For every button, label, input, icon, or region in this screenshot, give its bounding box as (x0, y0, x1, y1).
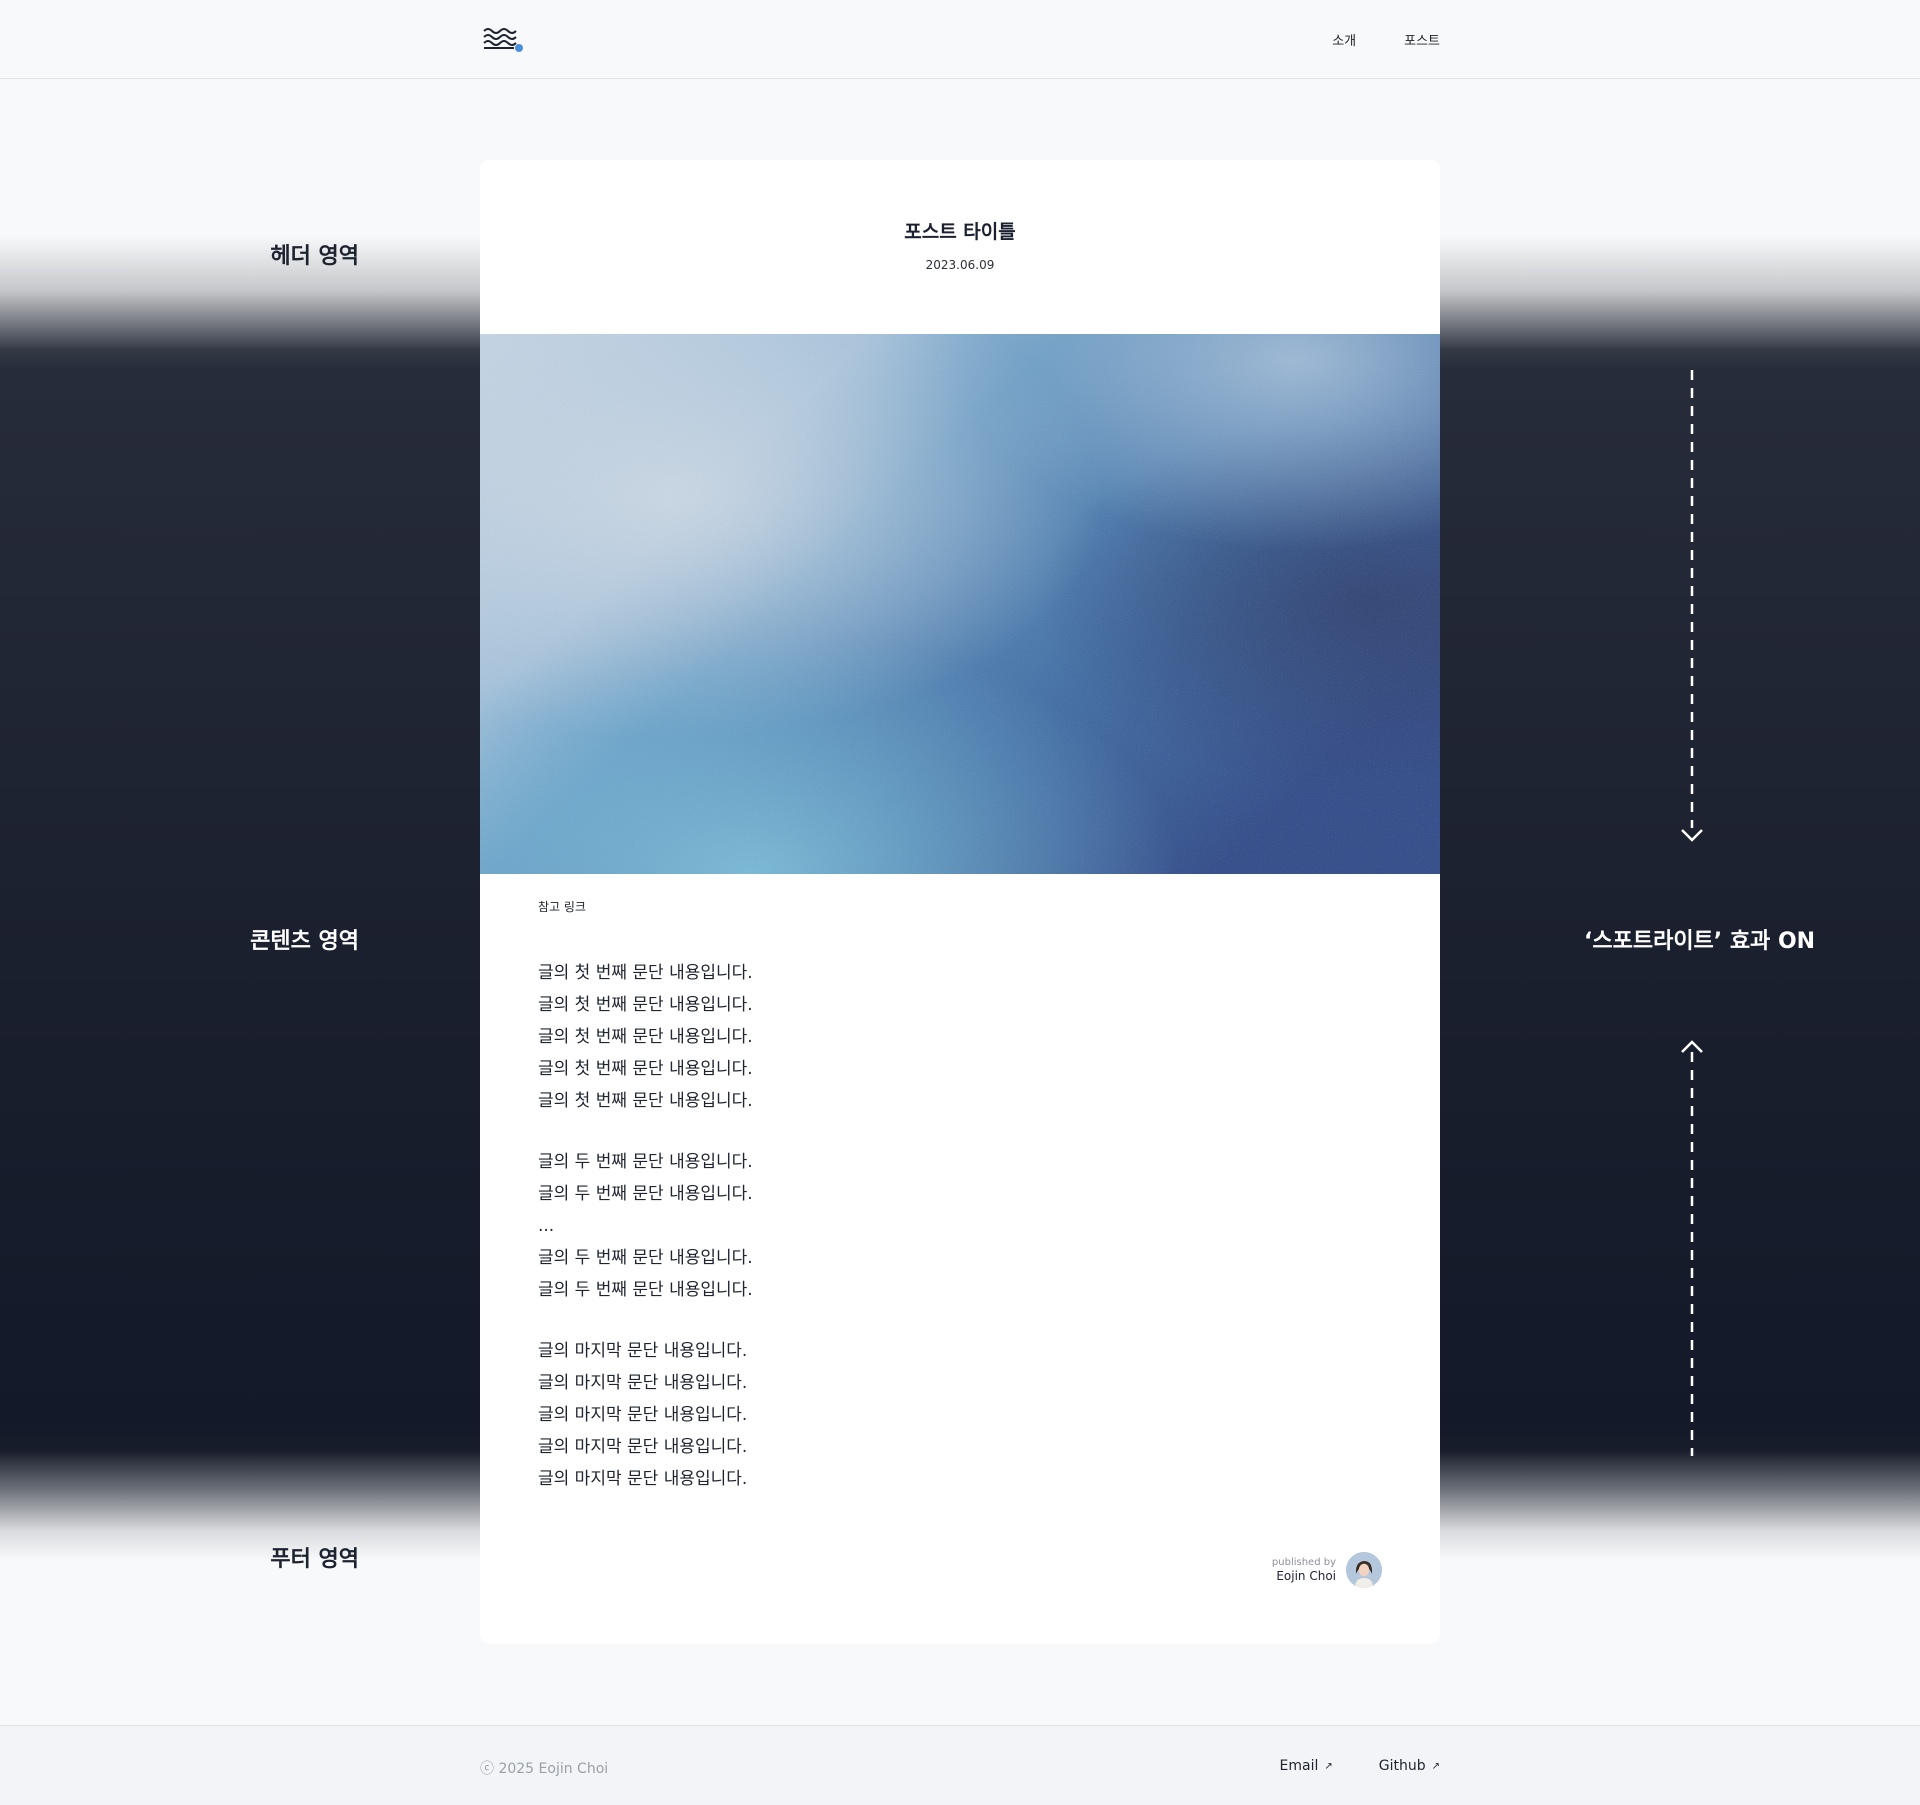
arrow-down-icon (1681, 370, 1703, 842)
external-link-icon: ↗ (1324, 1760, 1333, 1772)
hero-image (480, 334, 1440, 874)
github-link-label: Github (1378, 1758, 1426, 1774)
avatar (1346, 1552, 1382, 1588)
nav-item-about[interactable]: 소개 (1332, 30, 1356, 49)
post-card: 포스트 타이틀 2023.06.09 참고 링크 글의 첫 번째 문단 내용입니… (480, 160, 1440, 1644)
paragraph-line: 글의 마지막 문단 내용입니다. (538, 1437, 748, 1457)
site-header: 소개 포스트 (0, 0, 1920, 79)
footer-links: Email ↗ Github ↗ (1280, 1758, 1441, 1774)
paragraph-line: 글의 마지막 문단 내용입니다. (538, 1341, 748, 1361)
paragraph-line: 글의 마지막 문단 내용입니다. (538, 1469, 748, 1489)
spotlight-effect-label: ‘스포트라이트’ 효과 ON (1584, 929, 1816, 954)
external-link-icon: ↗ (1431, 1760, 1440, 1772)
email-link[interactable]: Email ↗ (1280, 1758, 1333, 1774)
author-block: published by Eojin Choi (1272, 1552, 1382, 1588)
nav-item-posts[interactable]: 포스트 (1404, 30, 1440, 49)
paragraph-line: ... (538, 1216, 555, 1236)
paragraph-line: 글의 두 번째 문단 내용입니다. (538, 1248, 753, 1268)
copyright-text: ⓒ 2025 Eojin Choi (480, 1761, 609, 1777)
paragraph-line: 글의 첫 번째 문단 내용입니다. (538, 1091, 753, 1111)
paragraph-line: 글의 첫 번째 문단 내용입니다. (538, 1059, 753, 1079)
paragraph-line: 글의 두 번째 문단 내용입니다. (538, 1280, 753, 1300)
github-link[interactable]: Github ↗ (1379, 1758, 1440, 1774)
email-link-label: Email (1279, 1758, 1319, 1774)
paragraph-line: 글의 마지막 문단 내용입니다. (538, 1373, 748, 1393)
paragraph-line: 글의 마지막 문단 내용입니다. (538, 1405, 748, 1425)
footer-area-label: 푸터 영역 (270, 1547, 359, 1572)
content-area-label: 콘텐츠 영역 (250, 929, 359, 954)
published-by-label: published by (1271, 1557, 1336, 1568)
header-area-label: 헤더 영역 (270, 244, 359, 269)
paragraph-line: 글의 첫 번째 문단 내용입니다. (538, 1027, 753, 1047)
waves-logo-icon[interactable] (483, 27, 525, 53)
paragraph-line: 글의 첫 번째 문단 내용입니다. (538, 995, 753, 1015)
post-title: 포스트 타이틀 (904, 221, 1016, 243)
reference-link[interactable]: 참고 링크 (538, 898, 586, 915)
site-footer: ⓒ 2025 Eojin Choi Email ↗ Github ↗ (0, 1725, 1920, 1805)
paragraph-line: 글의 두 번째 문단 내용입니다. (538, 1152, 753, 1172)
main-nav: 소개 포스트 (1332, 30, 1440, 49)
paragraph-line: 글의 두 번째 문단 내용입니다. (538, 1184, 753, 1204)
post-body: 글의 첫 번째 문단 내용입니다. 글의 첫 번째 문단 내용입니다. 글의 첫… (538, 957, 753, 1495)
post-date: 2023.06.09 (925, 258, 995, 272)
paragraph-line: 글의 첫 번째 문단 내용입니다. (538, 963, 753, 983)
arrow-up-icon (1681, 1040, 1703, 1456)
author-name: Eojin Choi (1276, 1569, 1336, 1583)
